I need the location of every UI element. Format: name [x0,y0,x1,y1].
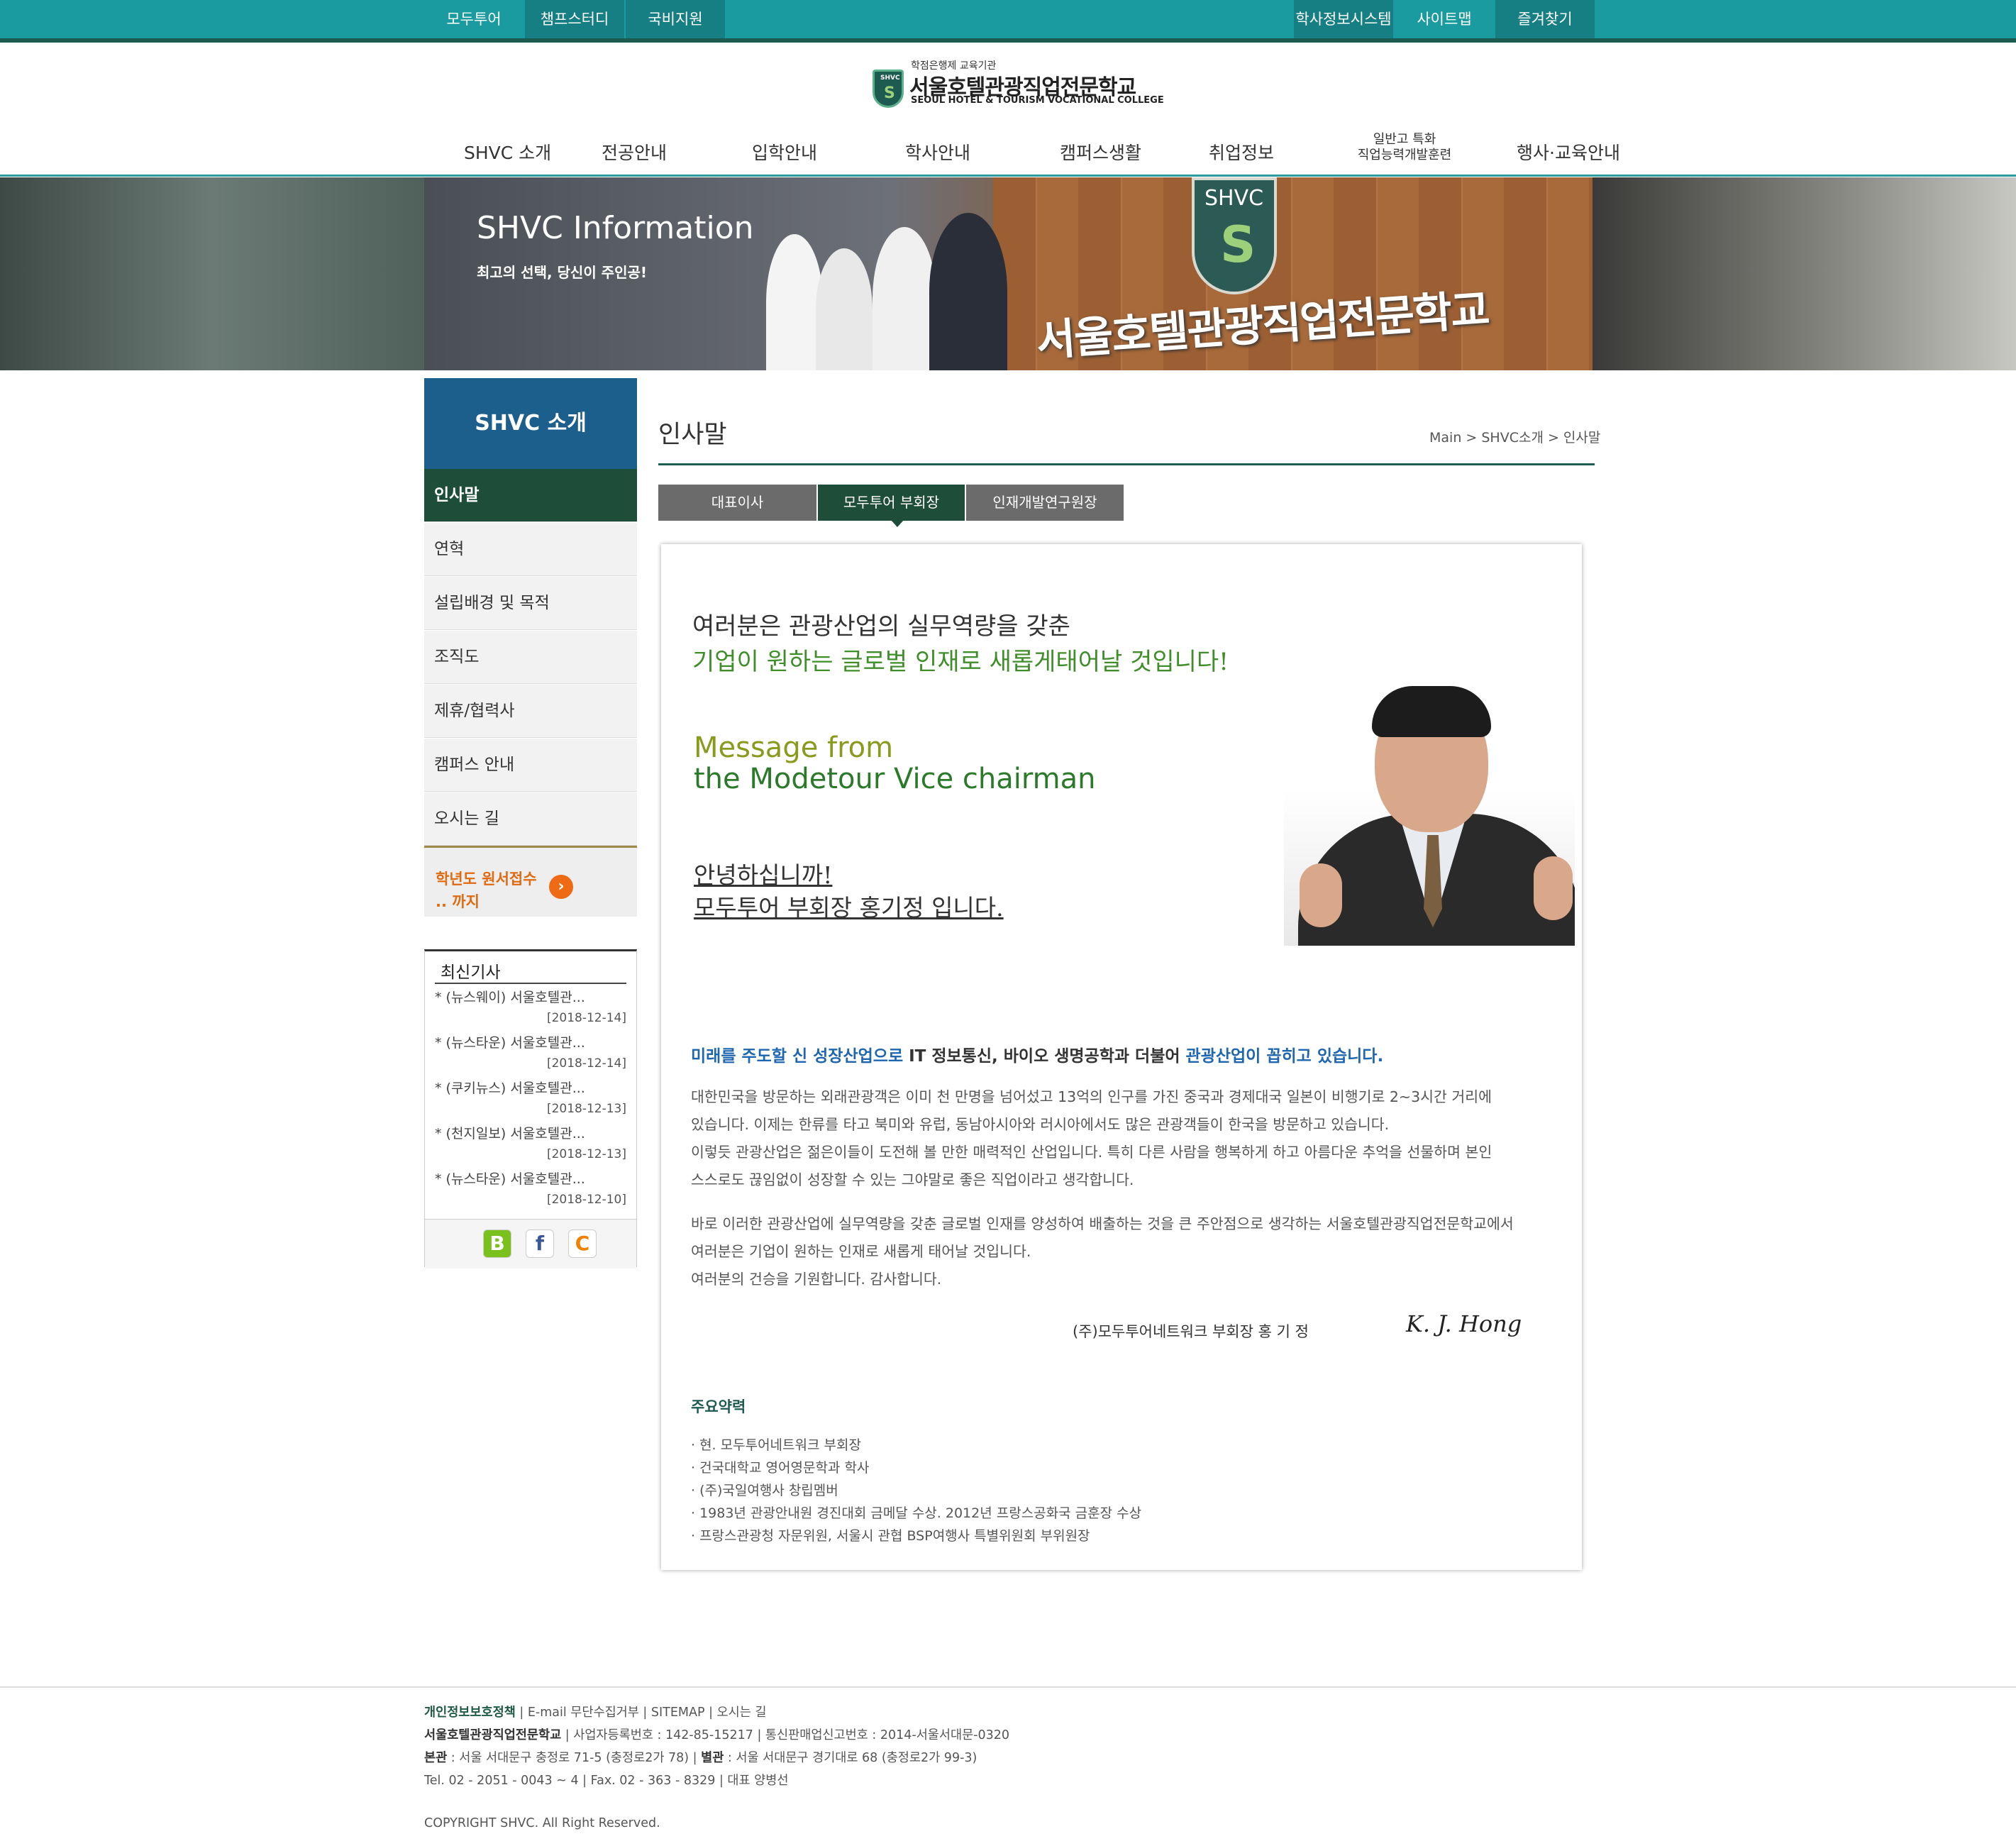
side-menu-history[interactable]: 연혁 [424,523,637,576]
application-banner[interactable]: 학년도 원서접수.. 까지 › [424,846,637,917]
latest-news-title: 최신기사 [441,963,501,982]
latest-news-divider [435,983,626,984]
greeting-line-1: 안녕하십니까! [694,861,833,889]
gnb-majors[interactable]: 전공안내 [602,139,667,165]
footer-copyright: COPYRIGHT SHVC. All Right Reserved. [424,1816,660,1830]
side-menu-greeting[interactable]: 인사말 [424,469,637,522]
news-item[interactable]: * (쿠키뉴스) 서울호텔관... [435,1078,585,1097]
side-menu-partners[interactable]: 제휴/협력사 [424,685,637,738]
application-text: 학년도 원서접수.. 까지 [436,871,537,910]
headline-line-2: 기업이 원하는 글로벌 인재로 새롭게태어날 것입니다! [692,648,1229,676]
gnb-divider [0,175,2016,177]
topbar-link-academic-system[interactable]: 학사정보시스템 [1294,0,1393,38]
gnb-employment[interactable]: 취업정보 [1209,139,1274,165]
lead-sentence: 미래를 주도할 신 성장산업으로 IT 정보통신, 바이오 생명공학과 더불어 … [691,1047,1384,1066]
side-menu-organization[interactable]: 조직도 [424,631,637,684]
gnb-vocational-training[interactable]: 일반고 특화 직업능력개발훈련 [1355,132,1454,163]
banner-left-photo [0,177,424,370]
news-date: [2018-12-13] [546,1102,626,1116]
news-date: [2018-12-10] [546,1193,626,1207]
tab-ceo[interactable]: 대표이사 [658,485,816,521]
body-paragraph-line: 이렇듯 관광산업은 젊은이들이 도전해 볼 만한 매력적인 산업입니다. 특히 … [691,1144,1492,1161]
page-title: 인사말 [658,421,727,449]
side-menu-title: SHVC 소개 [424,378,637,469]
tab-vice-chairman[interactable]: 모두투어 부회장 [818,485,965,521]
cyworld-icon[interactable]: C [568,1229,597,1258]
body-paragraph-line: 바로 이러한 관광산업에 실무역량을 갖춘 글로벌 인재를 양성하여 배출하는 … [691,1215,1514,1232]
vice-chairman-photo [1284,686,1575,946]
banner-person-chef-1 [766,234,823,370]
banner-person-suit [929,213,1007,370]
footer-other-links[interactable]: | E-mail 무단수집거부 | SITEMAP | 오시는 길 [516,1706,766,1720]
topbar-link-national-support[interactable]: 국비지원 [626,0,725,38]
topbar-link-sitemap[interactable]: 사이트맵 [1395,0,1494,38]
topbar-link-modetour[interactable]: 모두투어 [424,0,524,38]
greeting-line-2: 모두투어 부회장 홍기정 입니다. [694,894,1004,922]
body-paragraph-line: 스스로도 끊임없이 성장할 수 있는 그야말로 좋은 직업이라고 생각합니다. [691,1171,1134,1188]
topbar-link-champstudy[interactable]: 챔프스터디 [525,0,624,38]
signature-name: (주)모두투어네트워크 부회장 홍 기 정 [1073,1323,1309,1340]
privacy-policy-link[interactable]: 개인정보보호정책 [424,1706,516,1720]
banner-title: SHVC Information [477,210,754,246]
latest-news-box: 최신기사 * (뉴스웨이) 서울호텔관... [2018-12-14] * (뉴… [424,949,637,1269]
news-item[interactable]: * (뉴스웨이) 서울호텔관... [435,987,585,1006]
banner-shvc-shield-icon: SHVC S [1192,177,1277,294]
gnb-shvc-intro[interactable]: SHVC 소개 [464,139,551,165]
banner-right-photo [1593,177,2016,370]
career-item: · 1983년 관광안내원 경진대회 금메달 수상. 2012년 프랑스공화국 … [691,1505,1142,1521]
headline-line-1: 여러분은 관광산업의 실무역량을 갖춘 [692,612,1070,641]
career-item: · 현. 모두투어네트워크 부회장 [691,1437,861,1453]
side-menu-background[interactable]: 설립배경 및 목적 [424,577,637,630]
career-item: · 프랑스관광청 자문위원, 서울시 관협 BSP여행사 특별위원회 부위원장 [691,1528,1090,1544]
footer-links: 개인정보보호정책 | E-mail 무단수집거부 | SITEMAP | 오시는… [424,1703,767,1720]
career-item: · 건국대학교 영어영문학과 학사 [691,1460,870,1476]
news-date: [2018-12-13] [546,1147,626,1161]
hero-banner: SHVC S 서울호텔관광직업전문학교 SHVC Information 최고의 … [0,177,2016,370]
logo-shield-icon: SHVC S [873,70,904,108]
banner-person-chef-2 [816,248,873,370]
greeting-card: 여러분은 관광산업의 실무역량을 갖춘 기업이 원하는 글로벌 인재로 새롭게태… [661,544,1582,1570]
news-date: [2018-12-14] [546,1011,626,1025]
career-item: · (주)국일여행사 창립멤버 [691,1483,838,1498]
handwritten-signature: K. J. Hong [1406,1310,1522,1337]
message-from-line-2: the Modetour Vice chairman [694,763,1096,795]
gnb-events[interactable]: 행사·교육안내 [1517,139,1620,165]
school-logo[interactable]: SHVC S 학점은행제 교육기관 서울호텔관광직업전문학교 SEOUL HOTE… [873,58,1164,108]
breadcrumb: Main > SHVC소개 > 인사말 [1429,430,1601,446]
news-item[interactable]: * (천지일보) 서울호텔관... [435,1123,585,1142]
gnb-admissions[interactable]: 입학안내 [752,139,817,165]
active-tab-indicator-icon [890,519,904,527]
title-divider [658,463,1595,465]
side-menu-campus[interactable]: 캠퍼스 안내 [424,739,637,792]
message-from-line-1: Message from [694,731,894,764]
news-date: [2018-12-14] [546,1056,626,1071]
tab-research-director[interactable]: 인재개발연구원장 [966,485,1124,521]
top-utility-bar: 모두투어 챔프스터디 국비지원 학사정보시스템 사이트맵 즐겨찾기 [0,0,2016,38]
arrow-right-icon[interactable]: › [549,875,573,899]
side-menu-directions[interactable]: 오시는 길 [424,792,637,846]
gnb-academics[interactable]: 학사안내 [905,139,970,165]
body-paragraph-line: 대한민국을 방문하는 외래관광객은 이미 천 만명을 넘어섰고 13억의 인구를… [691,1088,1492,1105]
body-paragraph-line: 있습니다. 이제는 한류를 타고 북미와 유럽, 동남아시아와 러시아에서도 많… [691,1116,1390,1133]
career-title: 주요약력 [691,1398,746,1415]
news-item[interactable]: * (뉴스타운) 서울호텔관... [435,1168,585,1188]
footer-divider [0,1686,2016,1688]
facebook-icon[interactable]: f [526,1229,554,1258]
news-item[interactable]: * (뉴스타운) 서울호텔관... [435,1032,585,1051]
footer-address: 본관 : 서울 서대문구 충정로 71-5 (충정로2가 78) | 별관 : … [424,1751,977,1765]
body-paragraph-line: 여러분은 기업이 원하는 인재로 새롭게 태어날 것입니다. [691,1243,1031,1260]
banner-person-chef-3 [873,227,936,370]
footer-business-info: 서울호텔관광직업전문학교 | 사업자등록번호 : 142-85-15217 | … [424,1728,1010,1742]
topbar-link-favorites[interactable]: 즐겨찾기 [1495,0,1595,38]
body-paragraph-line: 여러분의 건승을 기원합니다. 감사합니다. [691,1271,942,1288]
top-divider [0,38,2016,43]
gnb-campus-life[interactable]: 캠퍼스생활 [1060,139,1141,165]
social-links: B f C [425,1219,636,1269]
blog-icon[interactable]: B [483,1229,511,1258]
logo-english-name: SEOUL HOTEL & TOURISM VOCATIONAL COLLEGE [911,95,1164,106]
footer-contact: Tel. 02 - 2051 - 0043 ~ 4 | Fax. 02 - 36… [424,1774,789,1788]
banner-subtitle: 최고의 선택, 당신이 주인공! [477,264,648,281]
